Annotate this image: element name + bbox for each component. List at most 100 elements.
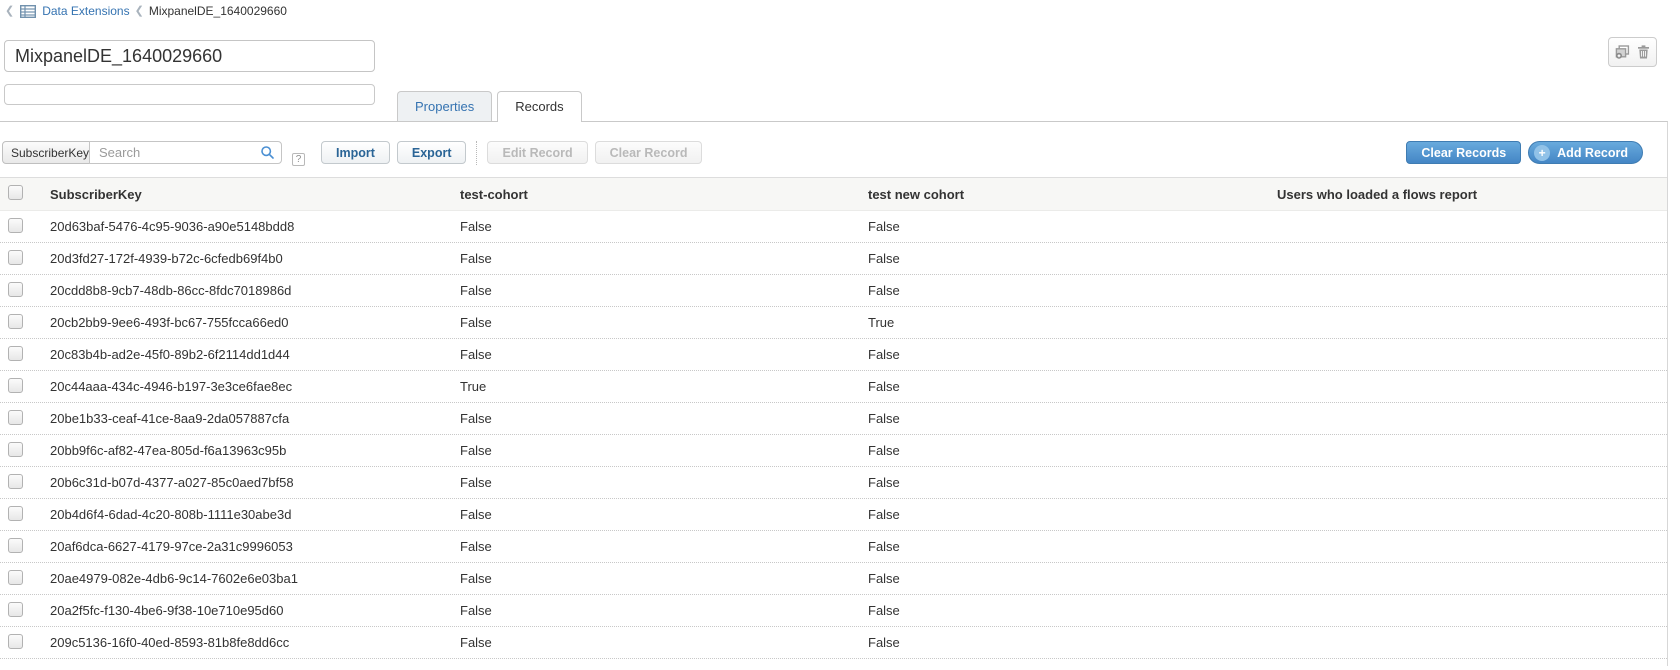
row-checkbox[interactable]	[8, 218, 23, 233]
search-field-dropdown[interactable]: SubscriberKey ▾	[2, 141, 90, 164]
column-header-test-cohort[interactable]: test-cohort	[452, 187, 860, 202]
subscriber-key-cell: 20c44aaa-434c-4946-b197-3e3ce6fae8ec	[42, 379, 452, 394]
row-checkbox-cell	[0, 250, 42, 268]
table-row[interactable]: 20bb9f6c-af82-47ea-805d-f6a13963c95b Fal…	[0, 435, 1667, 467]
row-checkbox-cell	[0, 506, 42, 524]
table-header-row: SubscriberKey test-cohort test new cohor…	[0, 177, 1667, 211]
search-field-dropdown-value: SubscriberKey	[11, 146, 89, 160]
test-new-cohort-cell: False	[860, 603, 1269, 618]
test-cohort-cell: False	[452, 283, 860, 298]
subscriber-key-cell: 209c5136-16f0-40ed-8593-81b8fe8dd6cc	[42, 635, 452, 650]
search-icon[interactable]	[260, 145, 275, 165]
row-checkbox-cell	[0, 282, 42, 300]
row-checkbox-cell	[0, 346, 42, 364]
row-checkbox[interactable]	[8, 410, 23, 425]
row-checkbox-cell	[0, 602, 42, 620]
select-all-checkbox[interactable]	[8, 185, 23, 200]
add-record-button[interactable]: + Add Record	[1528, 141, 1643, 164]
column-header-subscriberkey[interactable]: SubscriberKey	[42, 187, 452, 202]
data-extension-records-page: ❮ Data Extensions ❮ MixpanelDE_164002966…	[0, 0, 1680, 670]
row-checkbox-cell	[0, 218, 42, 236]
column-header-test-new-cohort[interactable]: test new cohort	[860, 187, 1269, 202]
table-row[interactable]: 20a2f5fc-f130-4be6-9f38-10e710e95d60 Fal…	[0, 595, 1667, 627]
row-checkbox[interactable]	[8, 250, 23, 265]
subscriber-key-cell: 20d3fd27-172f-4939-b72c-6cfedb69f4b0	[42, 251, 452, 266]
test-new-cohort-cell: False	[860, 571, 1269, 586]
subscriber-key-cell: 20cb2bb9-9ee6-493f-bc67-755fcca66ed0	[42, 315, 452, 330]
add-record-label: Add Record	[1557, 146, 1628, 160]
table-row[interactable]: 209c5136-16f0-40ed-8593-81b8fe8dd6cc Fal…	[0, 627, 1667, 659]
test-new-cohort-cell: False	[860, 347, 1269, 362]
extension-name-input[interactable]	[4, 40, 375, 72]
test-cohort-cell: True	[452, 379, 860, 394]
test-cohort-cell: False	[452, 443, 860, 458]
table-row[interactable]: 20be1b33-ceaf-41ce-8aa9-2da057887cfa Fal…	[0, 403, 1667, 435]
records-toolbar: SubscriberKey ▾ ? Import Export Edit Rec…	[2, 141, 1643, 164]
edit-record-button[interactable]: Edit Record	[487, 141, 587, 164]
subscriber-key-cell: 20af6dca-6627-4179-97ce-2a31c9996053	[42, 539, 452, 554]
test-new-cohort-cell: False	[860, 507, 1269, 522]
test-new-cohort-cell: False	[860, 219, 1269, 234]
row-checkbox[interactable]	[8, 506, 23, 521]
table-row[interactable]: 20b4d6f4-6dad-4c20-808b-1111e30abe3d Fal…	[0, 499, 1667, 531]
test-new-cohort-cell: False	[860, 251, 1269, 266]
table-body: 20d63baf-5476-4c95-9036-a90e5148bdd8 Fal…	[0, 211, 1667, 659]
records-panel: SubscriberKey ▾ ? Import Export Edit Rec…	[0, 121, 1668, 666]
trash-icon[interactable]	[1637, 45, 1650, 59]
table-row[interactable]: 20cdd8b8-9cb7-48db-86cc-8fdc7018986d Fal…	[0, 275, 1667, 307]
row-checkbox[interactable]	[8, 538, 23, 553]
clear-record-button[interactable]: Clear Record	[595, 141, 703, 164]
test-new-cohort-cell: False	[860, 411, 1269, 426]
subscriber-key-cell: 20be1b33-ceaf-41ce-8aa9-2da057887cfa	[42, 411, 452, 426]
back-chevron-icon[interactable]: ❮	[5, 6, 14, 17]
table-row[interactable]: 20c44aaa-434c-4946-b197-3e3ce6fae8ec Tru…	[0, 371, 1667, 403]
extension-description-input[interactable]	[4, 84, 375, 105]
row-checkbox-cell	[0, 442, 42, 460]
breadcrumb: ❮ Data Extensions ❮ MixpanelDE_164002966…	[5, 3, 287, 19]
import-button[interactable]: Import	[321, 141, 390, 164]
tab-properties[interactable]: Properties	[397, 91, 492, 121]
row-checkbox[interactable]	[8, 570, 23, 585]
breadcrumb-data-extensions-link[interactable]: Data Extensions	[42, 4, 129, 18]
export-button[interactable]: Export	[397, 141, 467, 164]
test-new-cohort-cell: True	[860, 315, 1269, 330]
test-cohort-cell: False	[452, 315, 860, 330]
subscriber-key-cell: 20a2f5fc-f130-4be6-9f38-10e710e95d60	[42, 603, 452, 618]
table-row[interactable]: 20af6dca-6627-4179-97ce-2a31c9996053 Fal…	[0, 531, 1667, 563]
row-checkbox[interactable]	[8, 442, 23, 457]
table-row[interactable]: 20c83b4b-ad2e-45f0-89b2-6f2114dd1d44 Fal…	[0, 339, 1667, 371]
test-cohort-cell: False	[452, 507, 860, 522]
row-checkbox-cell	[0, 378, 42, 396]
breadcrumb-separator-chevron-icon: ❮	[135, 6, 144, 17]
table-row[interactable]: 20b6c31d-b07d-4377-a027-85c0aed7bf58 Fal…	[0, 467, 1667, 499]
row-checkbox[interactable]	[8, 346, 23, 361]
subscriber-key-cell: 20c83b4b-ad2e-45f0-89b2-6f2114dd1d44	[42, 347, 452, 362]
tab-records[interactable]: Records	[497, 91, 581, 122]
table-row[interactable]: 20d3fd27-172f-4939-b72c-6cfedb69f4b0 Fal…	[0, 243, 1667, 275]
test-new-cohort-cell: False	[860, 443, 1269, 458]
row-checkbox[interactable]	[8, 474, 23, 489]
row-checkbox[interactable]	[8, 634, 23, 649]
help-icon[interactable]: ?	[292, 153, 305, 166]
search-input[interactable]	[89, 141, 282, 164]
table-row[interactable]: 20ae4979-082e-4db6-9c14-7602e6e03ba1 Fal…	[0, 563, 1667, 595]
test-cohort-cell: False	[452, 251, 860, 266]
subscriber-key-cell: 20cdd8b8-9cb7-48db-86cc-8fdc7018986d	[42, 283, 452, 298]
clear-records-button[interactable]: Clear Records	[1406, 141, 1521, 164]
subscriber-key-cell: 20b4d6f4-6dad-4c20-808b-1111e30abe3d	[42, 507, 452, 522]
row-checkbox-cell	[0, 634, 42, 652]
column-header-users-flows-report[interactable]: Users who loaded a flows report	[1269, 187, 1667, 202]
row-checkbox[interactable]	[8, 282, 23, 297]
subscriber-key-cell: 20b6c31d-b07d-4377-a027-85c0aed7bf58	[42, 475, 452, 490]
row-checkbox[interactable]	[8, 378, 23, 393]
table-row[interactable]: 20d63baf-5476-4c95-9036-a90e5148bdd8 Fal…	[0, 211, 1667, 243]
subscriber-key-cell: 20ae4979-082e-4db6-9c14-7602e6e03ba1	[42, 571, 452, 586]
plus-icon: +	[1534, 145, 1550, 161]
row-checkbox[interactable]	[8, 602, 23, 617]
row-checkbox[interactable]	[8, 314, 23, 329]
table-row[interactable]: 20cb2bb9-9ee6-493f-bc67-755fcca66ed0 Fal…	[0, 307, 1667, 339]
subscriber-key-cell: 20bb9f6c-af82-47ea-805d-f6a13963c95b	[42, 443, 452, 458]
record-actions-icon-group	[1608, 37, 1657, 67]
breadcrumb-current-item: MixpanelDE_1640029660	[149, 4, 287, 18]
copy-icon[interactable]	[1615, 45, 1630, 59]
